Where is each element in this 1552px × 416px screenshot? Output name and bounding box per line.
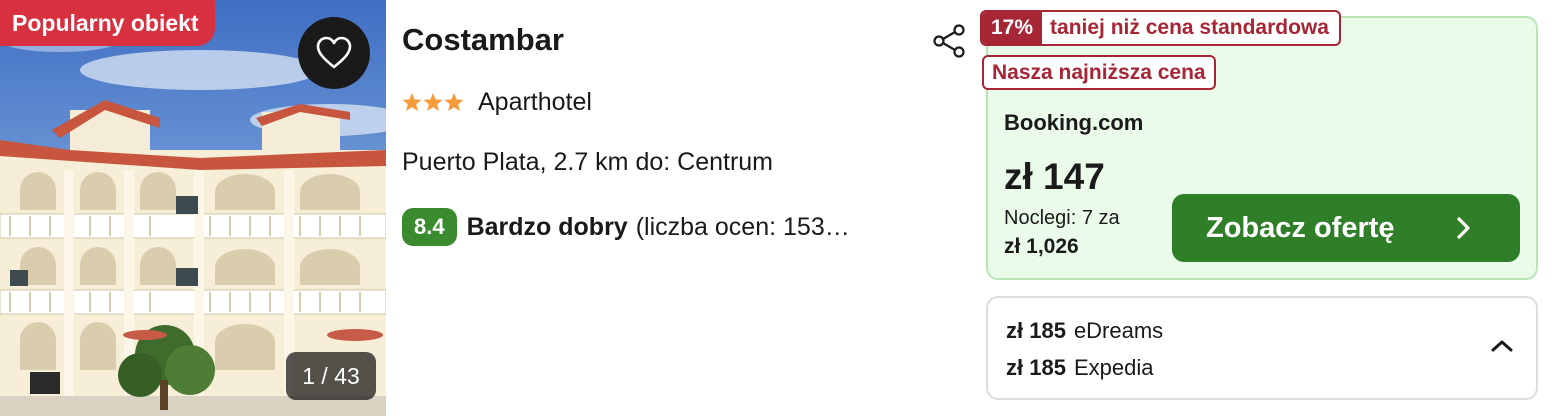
other-offer-provider: eDreams xyxy=(1073,318,1164,343)
discount-tag: 17% taniej niż cena standardowa xyxy=(980,10,1341,46)
view-offer-label: Zobacz ofertę xyxy=(1206,211,1395,244)
heart-outline-icon xyxy=(316,36,352,69)
favorite-button[interactable] xyxy=(298,17,370,89)
discount-text: taniej niż cena standardowa xyxy=(1050,16,1329,39)
other-offer-price: zł 185 xyxy=(1006,318,1066,343)
total-price: zł 1,026 xyxy=(1004,235,1079,258)
discount-percent: 17% xyxy=(982,12,1043,44)
other-offer-provider: Expedia xyxy=(1073,355,1154,380)
chevron-up-icon[interactable] xyxy=(1490,338,1514,354)
deal-provider: Booking.com xyxy=(1004,110,1144,135)
other-offer-price: zł 185 xyxy=(1006,355,1066,380)
rating-count: (liczba ocen: 153… xyxy=(635,212,850,241)
other-offer-item[interactable]: zł 185 eDreams xyxy=(1006,318,1163,344)
view-offer-button[interactable]: Zobacz ofertę xyxy=(1172,194,1520,262)
nights-label: Noclegi: 7 za xyxy=(1004,207,1120,229)
deal-price: zł 147 xyxy=(1004,156,1105,197)
rating-score-badge: 8.4 xyxy=(402,208,457,246)
hotel-name[interactable]: Costambar xyxy=(402,22,564,58)
other-offer-item[interactable]: zł 185 Expedia xyxy=(1006,355,1153,381)
lowest-price-tag: Nasza najniższa cena xyxy=(982,55,1216,90)
hotel-location: Puerto Plata, 2.7 km do: Centrum xyxy=(402,148,774,176)
star-icon xyxy=(444,93,464,111)
rating-label: Bardzo dobry xyxy=(466,212,628,241)
star-icon xyxy=(402,93,422,111)
hotel-category: Aparthotel xyxy=(402,88,592,117)
guest-rating[interactable]: 8.4 Bardzo dobry (liczba ocen: 153… xyxy=(402,208,850,246)
star-rating xyxy=(402,93,464,112)
hotel-photo[interactable]: Popularny obiekt 1 / 43 xyxy=(0,0,386,416)
photo-counter: 1 / 43 xyxy=(286,352,376,400)
popular-property-badge: Popularny obiekt xyxy=(0,0,215,46)
other-offers-panel[interactable]: zł 185 eDreams zł 185 Expedia xyxy=(986,296,1538,400)
chevron-right-icon xyxy=(1457,217,1470,239)
category-label: Aparthotel xyxy=(478,88,592,116)
share-icon[interactable] xyxy=(930,22,968,60)
star-icon xyxy=(423,93,443,111)
